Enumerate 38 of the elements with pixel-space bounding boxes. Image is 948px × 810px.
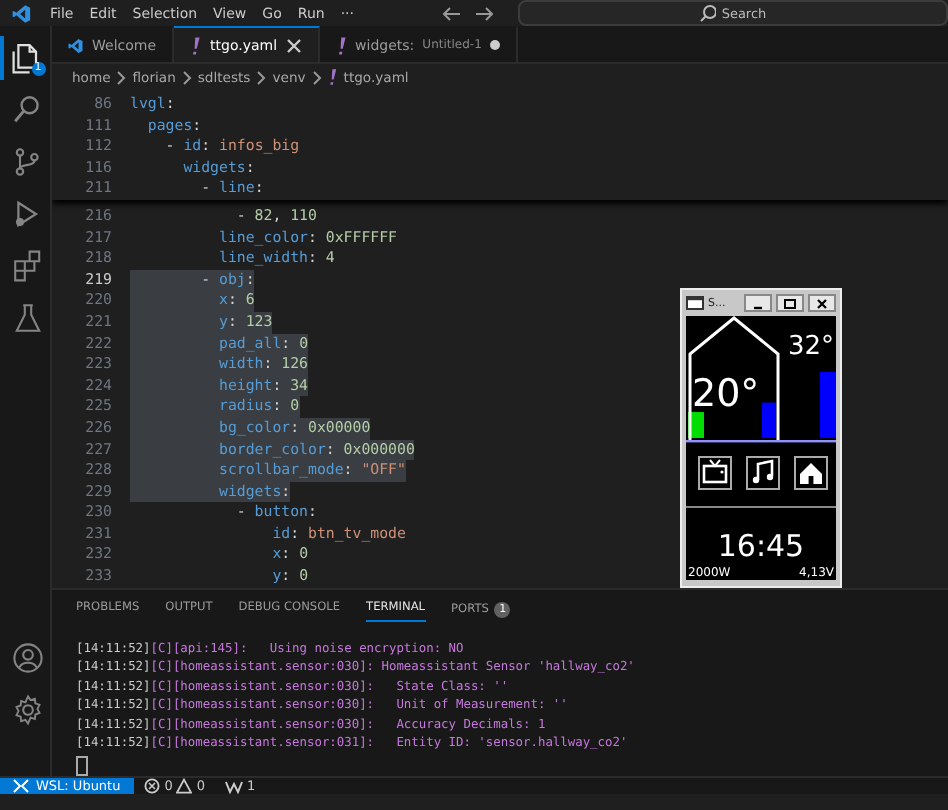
window-icon	[686, 296, 704, 310]
maximize-button[interactable]	[776, 294, 804, 312]
chevron-icon	[116, 69, 127, 85]
chevron-icon	[311, 69, 322, 85]
flask-icon[interactable]	[11, 302, 43, 334]
back-icon[interactable]	[442, 3, 463, 23]
chevron-icon	[256, 69, 267, 85]
antenna-icon	[223, 777, 244, 794]
extensions-icon[interactable]	[11, 250, 43, 282]
files-icon[interactable]	[11, 42, 43, 74]
search-icon	[699, 4, 716, 22]
settings-icon[interactable]	[11, 693, 43, 726]
error-icon	[144, 777, 161, 794]
maximize-icon	[782, 297, 798, 309]
chevron-icon	[181, 69, 192, 85]
house-outline	[688, 316, 780, 440]
tv-button[interactable]	[698, 456, 732, 490]
forward-icon[interactable]	[474, 3, 495, 23]
indoor-temperature: 20°	[692, 372, 760, 416]
close-icon[interactable]	[285, 37, 302, 53]
exclamation-icon	[190, 35, 203, 55]
exclamation-icon	[335, 35, 348, 55]
warning-icon	[176, 777, 193, 794]
app-logo-icon[interactable]	[12, 3, 32, 23]
close-icon	[814, 297, 830, 309]
play-bug-icon[interactable]	[11, 198, 43, 230]
exclamation-icon	[327, 68, 338, 86]
account-icon[interactable]	[11, 641, 43, 674]
app-logo-icon	[68, 37, 84, 53]
home-button[interactable]	[794, 456, 828, 490]
close-button[interactable]	[808, 294, 836, 312]
clock-time: 16:45	[717, 528, 805, 564]
remote-icon	[12, 777, 30, 794]
outdoor-temperature: 32°	[787, 332, 834, 362]
music-button[interactable]	[746, 456, 780, 490]
search-icon[interactable]	[11, 94, 43, 126]
branch-icon[interactable]	[11, 146, 43, 178]
minimize-button[interactable]	[744, 294, 772, 312]
